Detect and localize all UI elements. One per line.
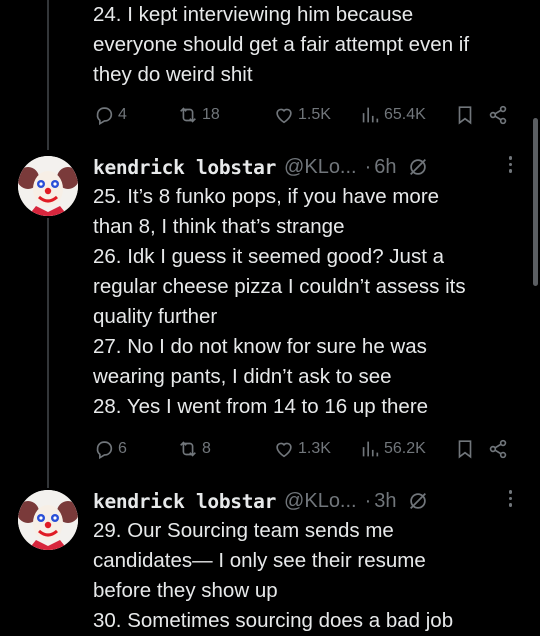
heart-icon (276, 108, 292, 124)
post-line: 26. Idk I guess it seemed good? Just a (93, 245, 444, 268)
view-count: 56.2K (384, 440, 426, 457)
like-count: 1.5K (298, 106, 331, 123)
post-time[interactable]: 6h (374, 156, 396, 179)
post-line: they do weird shit (93, 63, 253, 86)
author-handle[interactable]: @KLo... (284, 156, 357, 179)
post-text: 29. Our Sourcing team sends me candidate… (93, 516, 518, 636)
like-count: 1.3K (298, 440, 331, 457)
post-24[interactable]: 24. I kept interviewing him because ever… (0, 0, 540, 140)
share-icon (489, 105, 507, 125)
bookmark-button[interactable] (454, 102, 476, 128)
author-handle[interactable]: @KLo... (284, 490, 357, 513)
bookmark-icon (458, 106, 472, 125)
action-bar: 4 18 1.5K 65.4K (93, 102, 518, 128)
like-button[interactable]: 1.3K (273, 436, 331, 462)
reply-count: 6 (118, 440, 127, 457)
heart-icon (276, 442, 292, 458)
post-line: before they show up (93, 579, 278, 602)
avatar[interactable] (18, 156, 78, 216)
repost-count: 8 (202, 440, 211, 457)
grok-icon (409, 159, 426, 175)
post-line: regular cheese pizza I couldn’t assess i… (93, 275, 466, 298)
clown-avatar-image (18, 490, 78, 550)
repost-icon (180, 441, 196, 457)
grok-icon (409, 493, 426, 509)
share-button[interactable] (487, 436, 509, 462)
action-bar: 6 8 1.3K 56.2K (93, 436, 518, 462)
post-line: candidates— I only see their resume (93, 549, 426, 572)
separator: · (364, 155, 372, 178)
post-header: kendrick lobstar @KLo... · 6h (93, 152, 429, 182)
author-name[interactable]: kendrick lobstar (93, 490, 276, 513)
grok-button[interactable] (407, 156, 429, 178)
post-line: 29. Our Sourcing team sends me (93, 519, 394, 542)
post-29-30[interactable]: kendrick lobstar @KLo... · 3h 29. Our So… (0, 486, 540, 636)
post-time[interactable]: 3h (374, 490, 396, 513)
post-line: 28. Yes I went from 14 to 16 up there (93, 395, 429, 418)
repost-button[interactable]: 18 (177, 102, 220, 128)
more-icon[interactable] (508, 490, 512, 507)
share-icon (489, 439, 507, 459)
avatar[interactable] (18, 490, 78, 550)
post-line: wearing pants, I didn’t ask to see (93, 365, 392, 388)
reply-icon (96, 441, 113, 460)
repost-icon (180, 107, 196, 123)
post-line: quality further (93, 305, 218, 328)
post-text: 24. I kept interviewing him because ever… (93, 0, 518, 90)
post-header: kendrick lobstar @KLo... · 3h (93, 486, 429, 516)
views-button[interactable]: 65.4K (359, 102, 426, 128)
post-line: 30. Sometimes sourcing does a bad job (93, 609, 454, 632)
clown-avatar-image (18, 156, 78, 216)
post-line: 25. It’s 8 funko pops, if you have more (93, 185, 440, 208)
view-count: 65.4K (384, 106, 426, 123)
views-icon (362, 441, 379, 457)
more-icon[interactable] (508, 156, 512, 173)
views-button[interactable]: 56.2K (359, 436, 426, 462)
bookmark-button[interactable] (454, 436, 476, 462)
post-text: 25. It’s 8 funko pops, if you have more … (93, 182, 518, 422)
share-button[interactable] (487, 102, 509, 128)
bookmark-icon (458, 440, 472, 459)
reply-icon (96, 107, 113, 126)
repost-count: 18 (202, 106, 220, 123)
post-line: everyone should get a fair attempt even … (93, 33, 470, 56)
post-line: than 8, I think that’s strange (93, 215, 345, 238)
grok-button[interactable] (407, 490, 429, 512)
views-icon (362, 107, 379, 123)
scrollbar[interactable] (533, 118, 538, 286)
repost-button[interactable]: 8 (177, 436, 211, 462)
separator: · (364, 489, 372, 512)
reply-button[interactable]: 6 (93, 436, 127, 462)
like-button[interactable]: 1.5K (273, 102, 331, 128)
reply-button[interactable]: 4 (93, 102, 127, 128)
post-line: 27. No I do not know for sure he was (93, 335, 427, 358)
post-line: 24. I kept interviewing him because (93, 3, 414, 26)
post-25-28[interactable]: kendrick lobstar @KLo... · 6h 25. It’s 8… (0, 152, 540, 472)
author-name[interactable]: kendrick lobstar (93, 156, 276, 179)
reply-count: 4 (118, 106, 127, 123)
